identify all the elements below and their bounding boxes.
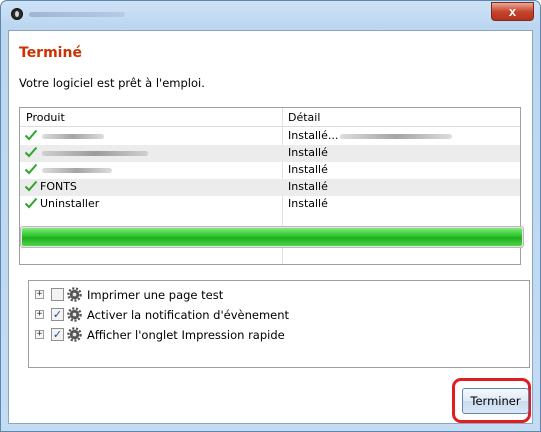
detail-cell: Installé — [288, 180, 328, 193]
table-row[interactable]: Installé — [20, 145, 520, 162]
detail-cell: Installé — [288, 163, 328, 176]
checkbox[interactable] — [51, 288, 64, 301]
app-icon — [11, 8, 23, 20]
page-subtitle: Votre logiciel est prêt à l'emploi. — [19, 76, 205, 90]
gear-icon — [67, 327, 82, 342]
option-label: Activer la notification d'évènement — [87, 308, 290, 322]
close-button[interactable]: x — [491, 2, 534, 21]
checkmark-icon — [24, 163, 38, 175]
redacted-product-name — [42, 134, 104, 139]
checkmark-icon — [24, 129, 38, 141]
expand-icon[interactable]: + — [35, 310, 44, 319]
table-row[interactable]: Uninstaller Installé — [20, 196, 520, 213]
progress-fill — [22, 228, 522, 246]
expand-icon[interactable]: + — [35, 330, 44, 339]
checkmark-icon — [24, 146, 38, 158]
option-label: Afficher l'onglet Impression rapide — [87, 328, 285, 342]
options-tree: + Imprimer une page test + ✓ Activer la … — [28, 280, 530, 368]
redacted-product-name — [42, 168, 112, 173]
checkmark-icon — [24, 197, 38, 209]
checkmark-icon — [24, 180, 38, 192]
product-cell: Uninstaller — [40, 197, 100, 210]
redacted-detail — [340, 134, 452, 139]
option-quick-print-tab[interactable]: + ✓ Afficher l'onglet Impression rapide — [29, 325, 529, 345]
table-header: Produit Détail — [20, 108, 520, 127]
product-cell: FONTS — [40, 180, 77, 193]
gear-icon — [67, 287, 82, 302]
gear-icon — [67, 307, 82, 322]
progress-bar — [20, 226, 524, 248]
expand-icon[interactable]: + — [35, 290, 44, 299]
column-header-product[interactable]: Produit — [26, 111, 65, 124]
checkbox[interactable]: ✓ — [51, 328, 64, 341]
detail-cell: Installé... — [288, 129, 339, 142]
option-label: Imprimer une page test — [87, 288, 224, 302]
title-bar[interactable]: x — [1, 1, 540, 28]
page-title: Terminé — [19, 45, 82, 61]
option-print-test-page[interactable]: + Imprimer une page test — [29, 285, 529, 305]
table-row[interactable]: Installé... — [20, 128, 520, 145]
option-event-notification[interactable]: + ✓ Activer la notification d'évènement — [29, 305, 529, 325]
column-header-detail[interactable]: Détail — [288, 111, 320, 124]
redacted-product-name — [42, 151, 148, 156]
table-row[interactable]: FONTS Installé — [20, 179, 520, 196]
window-title-redacted — [29, 12, 125, 17]
detail-cell: Installé — [288, 146, 328, 159]
checkbox[interactable]: ✓ — [51, 308, 64, 321]
finish-button[interactable]: Terminer — [462, 388, 529, 414]
detail-cell: Installé — [288, 197, 328, 210]
table-row[interactable]: Installé — [20, 162, 520, 179]
